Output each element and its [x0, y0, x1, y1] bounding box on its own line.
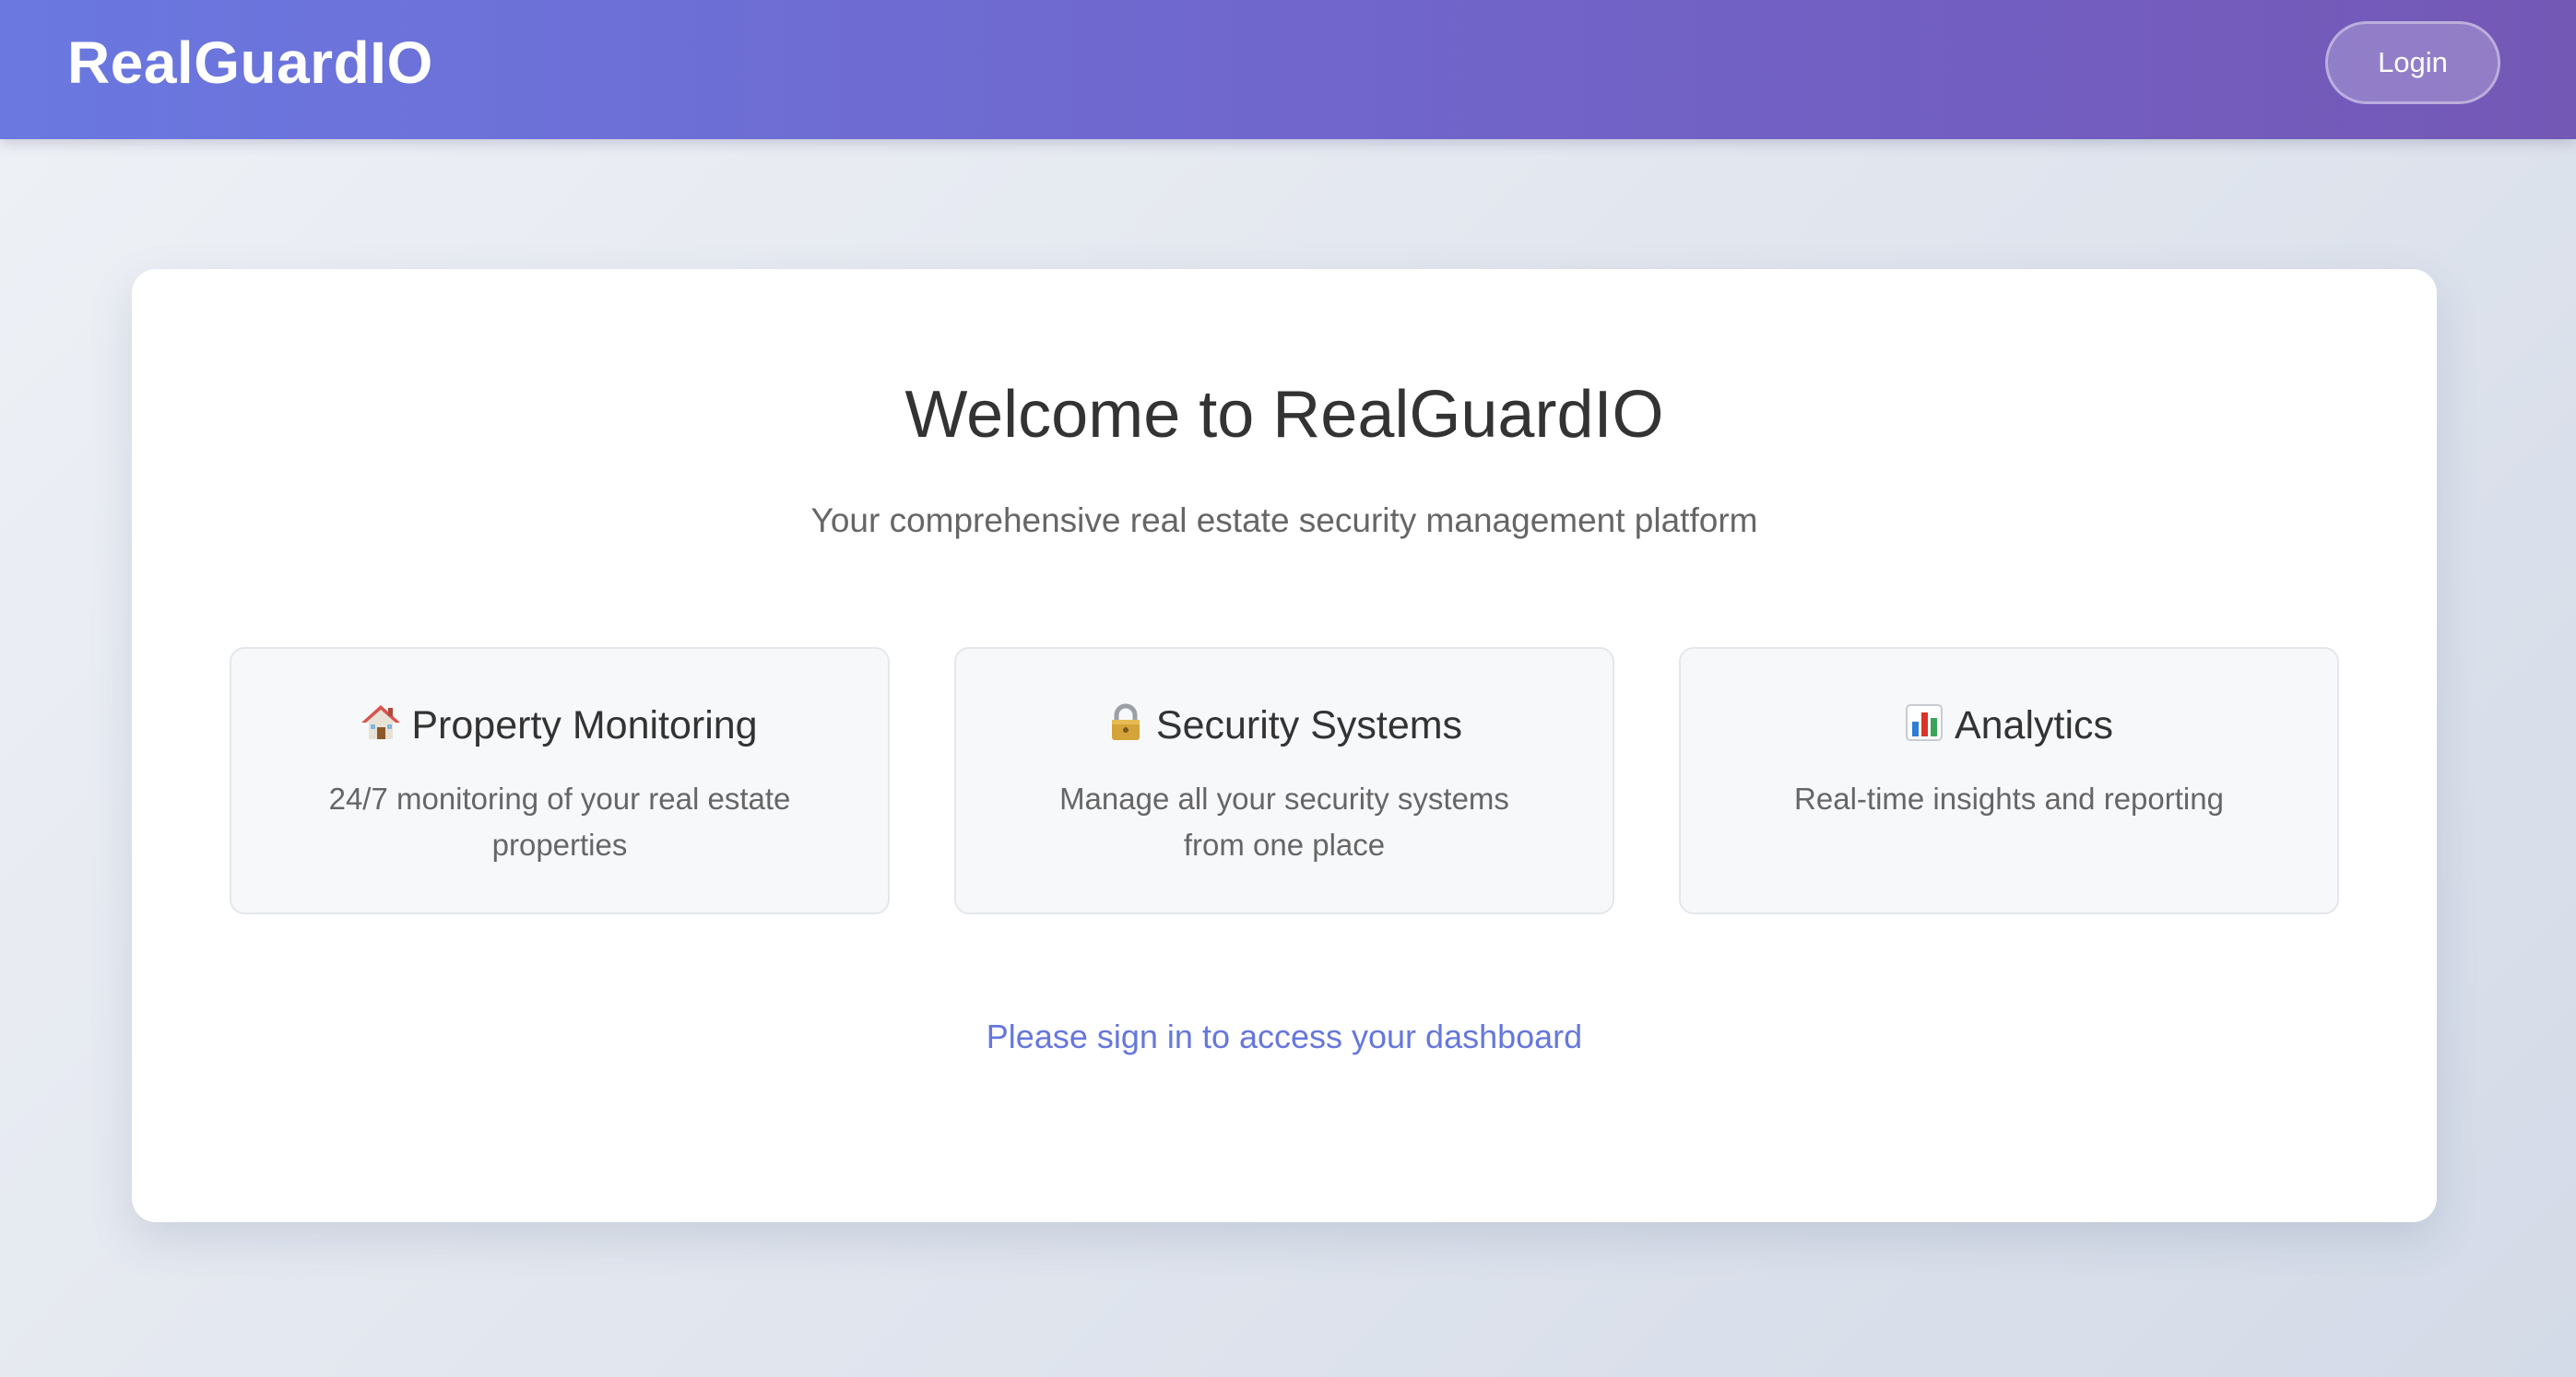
- feature-title: Analytics: [1954, 703, 2114, 747]
- feature-description: Real-time insights and reporting: [1794, 782, 2224, 816]
- feature-description: Manage all your security systems from on…: [1059, 782, 1509, 862]
- welcome-card: Welcome to RealGuardIO Your comprehensiv…: [132, 269, 2437, 1222]
- feature-card-security-systems: Security Systems Manage all your securit…: [954, 647, 1614, 914]
- feature-heading: Security Systems: [956, 700, 1613, 750]
- house-icon: [361, 705, 401, 739]
- feature-description: 24/7 monitoring of your real estate prop…: [328, 782, 791, 862]
- bar-chart-icon: [1905, 704, 1943, 741]
- page-subtitle: Your comprehensive real estate security …: [810, 501, 1758, 539]
- page-title: Welcome to RealGuardIO: [904, 378, 1664, 452]
- brand-logo-text[interactable]: RealGuardIO: [67, 28, 433, 98]
- feature-card-analytics: Analytics Real-time insights and reporti…: [1679, 647, 2339, 914]
- signin-prompt-link[interactable]: Please sign in to access your dashboard: [132, 1016, 2437, 1058]
- feature-title: Property Monitoring: [411, 703, 758, 747]
- feature-card-property-monitoring: Property Monitoring 24/7 monitoring of y…: [230, 647, 890, 914]
- feature-heading: Property Monitoring: [231, 700, 888, 750]
- feature-heading: Analytics: [1681, 700, 2337, 750]
- top-navbar: RealGuardIO Login: [0, 0, 2576, 139]
- login-button[interactable]: Login: [2325, 21, 2500, 104]
- feature-title: Security Systems: [1155, 703, 1463, 747]
- lock-icon: [1111, 703, 1140, 740]
